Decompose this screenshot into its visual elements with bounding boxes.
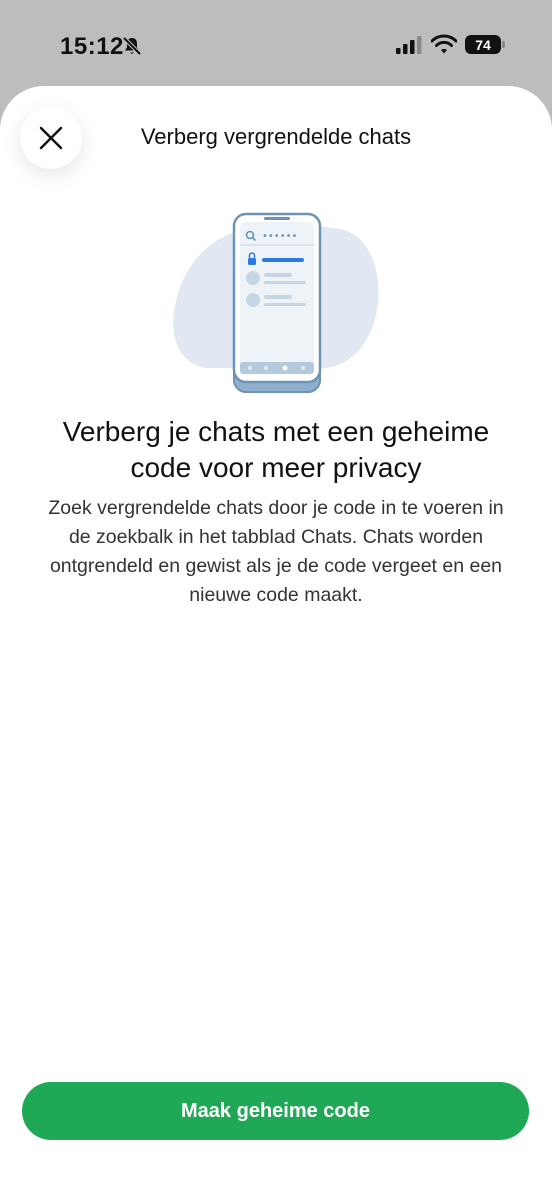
phone-illustration: •••••• — [173, 212, 379, 393]
signal-icon — [396, 36, 422, 54]
status-time: 15:12 — [60, 33, 124, 60]
bell-slash-icon — [122, 36, 142, 56]
create-secret-code-button[interactable]: Maak geheime code — [22, 1082, 529, 1140]
battery-icon: 74 — [465, 35, 501, 54]
sheet-title: Verberg vergrendelde chats — [140, 124, 412, 149]
battery-level: 74 — [475, 36, 491, 53]
status-bar: 15:12 74 — [0, 0, 552, 88]
description: Zoek vergrendelde chats door je code in … — [48, 497, 504, 606]
bottom-sheet: Verberg vergrendelde chats •••••• Verber… — [0, 86, 552, 1200]
illustration-search-text: •••••• — [262, 231, 297, 242]
wifi-icon — [431, 34, 457, 54]
headline: Verberg je chats met een geheime code vo… — [62, 416, 490, 483]
battery-tip — [502, 41, 505, 48]
